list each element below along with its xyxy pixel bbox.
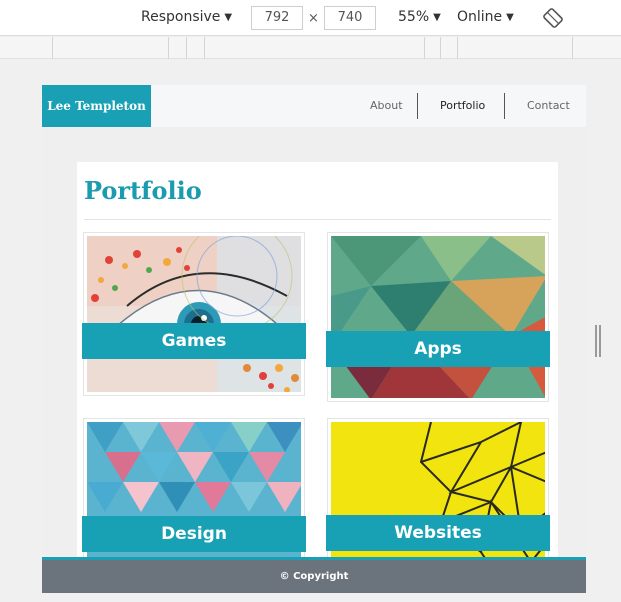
nav-contact[interactable]: Contact xyxy=(527,85,570,127)
throttle-select[interactable]: Online ▼ xyxy=(457,9,514,25)
tile-label: Games xyxy=(82,323,306,359)
ruler-tick xyxy=(168,37,169,59)
nav-divider xyxy=(417,93,418,119)
media-query-ruler[interactable] xyxy=(0,37,621,59)
chevron-down-icon: ▼ xyxy=(506,12,514,23)
tile-label: Websites xyxy=(326,515,550,551)
zoom-select-label: 55% xyxy=(398,9,430,25)
ruler-tick xyxy=(204,37,205,59)
tile-games[interactable]: Games xyxy=(82,232,306,396)
device-select[interactable]: Responsive ▼ xyxy=(141,9,232,25)
nav-portfolio[interactable]: Portfolio xyxy=(440,85,485,127)
chevron-down-icon: ▼ xyxy=(433,12,441,23)
tile-label: Apps xyxy=(326,331,550,367)
ruler-tick xyxy=(424,37,425,59)
ruler-tick xyxy=(457,37,458,59)
devtools-toolbar: Responsive ▼ 792 × 740 55% ▼ Online ▼ xyxy=(0,0,621,36)
ruler-tick xyxy=(186,37,187,59)
site-footer: © Copyright xyxy=(42,557,586,593)
height-input[interactable]: 740 xyxy=(324,6,376,30)
brand-logo[interactable]: Lee Templeton xyxy=(42,85,151,127)
site-navbar: Lee Templeton About Portfolio Contact xyxy=(42,85,586,127)
page-title: Portfolio xyxy=(84,176,202,205)
ruler-tick xyxy=(52,37,53,59)
portfolio-card: Portfolio Games Apps Design Websites xyxy=(77,162,558,593)
ruler-tick xyxy=(572,37,573,59)
tile-label: Design xyxy=(82,516,306,552)
zoom-select[interactable]: 55% ▼ xyxy=(398,9,441,25)
apps-image xyxy=(331,236,545,398)
chevron-down-icon: ▼ xyxy=(224,12,233,23)
grip-line xyxy=(599,325,601,357)
times-sign: × xyxy=(308,11,319,26)
width-input[interactable]: 792 xyxy=(251,6,303,30)
divider xyxy=(84,219,551,220)
device-viewport: Lee Templeton About Portfolio Contact Po… xyxy=(42,85,586,593)
games-image xyxy=(87,236,301,392)
tile-apps[interactable]: Apps xyxy=(326,232,550,402)
nav-divider xyxy=(504,93,505,119)
rotate-icon[interactable] xyxy=(543,8,563,28)
throttle-select-label: Online xyxy=(457,9,503,25)
nav-about[interactable]: About xyxy=(370,85,403,127)
device-select-label: Responsive xyxy=(141,9,221,25)
grip-line xyxy=(595,325,597,357)
ruler-tick xyxy=(440,37,441,59)
resize-handle[interactable] xyxy=(595,325,603,357)
